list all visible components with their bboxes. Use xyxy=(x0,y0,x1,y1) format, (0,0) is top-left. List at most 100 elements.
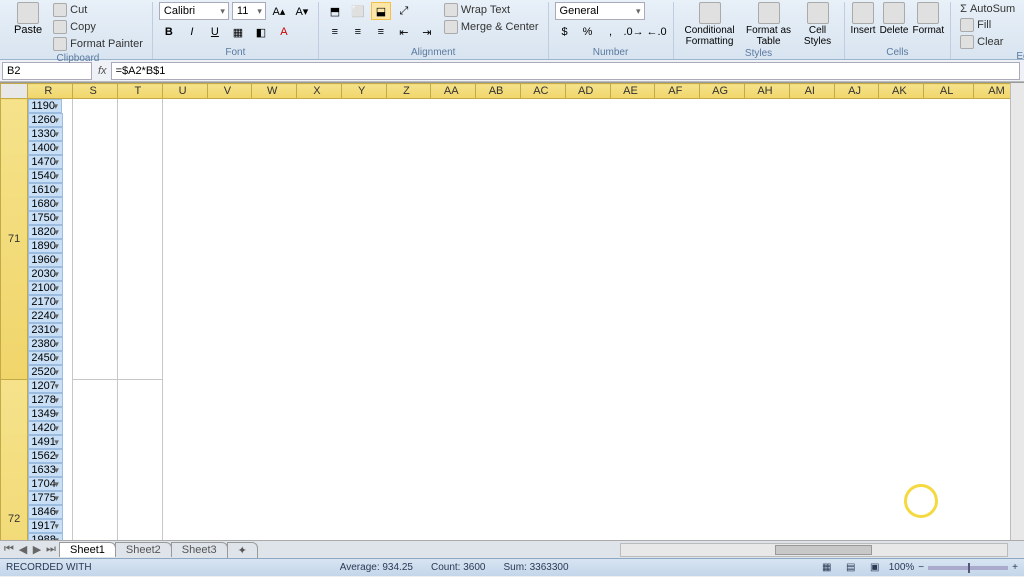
cell[interactable]: 1750 xyxy=(28,211,62,225)
worksheet-grid[interactable]: RSTUVWXYZAAABACADAEAFAGAHAIAJAKALAM71119… xyxy=(0,82,1024,540)
paste-button[interactable]: Paste xyxy=(10,2,46,36)
column-header[interactable]: AK xyxy=(879,84,924,99)
fx-icon[interactable]: fx xyxy=(94,65,111,77)
cell[interactable]: 2310 xyxy=(28,323,62,337)
wrap-text-button[interactable]: Wrap Text xyxy=(441,2,542,18)
tab-nav[interactable]: ⏮ ◀ ▶ ⏭ xyxy=(0,543,60,556)
fill-button[interactable]: Fill xyxy=(957,17,1018,33)
column-header[interactable]: AI xyxy=(789,84,834,99)
sheet-tab-2[interactable]: Sheet2 xyxy=(115,542,172,557)
cell[interactable]: 1562 xyxy=(28,449,62,463)
border-button[interactable]: ▦ xyxy=(228,23,248,41)
cell[interactable]: 1960 xyxy=(28,253,62,267)
number-format-select[interactable]: General xyxy=(555,2,645,20)
zoom-in-icon[interactable]: + xyxy=(1012,562,1018,573)
orientation-icon[interactable]: ⤢ xyxy=(394,2,414,20)
column-header[interactable]: AE xyxy=(610,84,655,99)
cell[interactable]: 1420 xyxy=(28,421,62,435)
column-header[interactable]: AC xyxy=(520,84,565,99)
view-normal-icon[interactable]: ▦ xyxy=(817,559,837,577)
column-header[interactable]: AL xyxy=(924,84,974,99)
cell[interactable]: 1207 xyxy=(28,379,62,393)
cell[interactable]: 2380 xyxy=(28,337,62,351)
zoom-slider[interactable] xyxy=(928,566,1008,570)
column-header[interactable]: R xyxy=(28,84,73,99)
cell-styles-button[interactable]: Cell Styles xyxy=(798,25,838,47)
cell[interactable]: 2520 xyxy=(28,365,62,379)
increase-decimal-icon[interactable]: .0→ xyxy=(624,23,644,41)
format-painter-button[interactable]: Format Painter xyxy=(50,36,146,52)
increase-font-icon[interactable]: A▴ xyxy=(269,2,289,20)
align-center-icon[interactable]: ≡ xyxy=(348,23,368,41)
copy-button[interactable]: Copy xyxy=(50,19,146,35)
cell[interactable]: 1330 xyxy=(28,127,62,141)
bold-button[interactable]: B xyxy=(159,23,179,41)
cell[interactable]: 1540 xyxy=(28,169,62,183)
column-header[interactable]: AJ xyxy=(834,84,879,99)
tab-prev-icon[interactable]: ◀ xyxy=(16,543,30,556)
cell[interactable]: 1400 xyxy=(28,141,62,155)
delete-cells-icon[interactable] xyxy=(883,2,905,24)
format-button[interactable]: Format xyxy=(912,25,944,36)
column-header[interactable]: AG xyxy=(700,84,745,99)
decrease-decimal-icon[interactable]: ←.0 xyxy=(647,23,667,41)
select-all-corner[interactable] xyxy=(1,84,28,99)
insert-cells-icon[interactable] xyxy=(852,2,874,24)
zoom-out-icon[interactable]: − xyxy=(918,562,924,573)
cell[interactable]: 1917 xyxy=(28,519,62,533)
column-header[interactable]: Y xyxy=(341,84,386,99)
conditional-formatting-button[interactable]: Conditional Formatting xyxy=(680,25,740,47)
underline-button[interactable]: U xyxy=(205,23,225,41)
format-as-table-button[interactable]: Format as Table xyxy=(744,25,794,47)
fill-color-button[interactable]: ◧ xyxy=(251,23,271,41)
cell[interactable]: 1820 xyxy=(28,225,62,239)
cell[interactable]: 1190 xyxy=(28,99,62,113)
cell-styles-icon[interactable] xyxy=(807,2,829,24)
cell[interactable]: 1988 xyxy=(28,533,62,540)
format-as-table-icon[interactable] xyxy=(758,2,780,24)
column-header[interactable]: Z xyxy=(386,84,431,99)
cell[interactable]: 2170 xyxy=(28,295,62,309)
row-header[interactable]: 72 xyxy=(1,379,28,540)
column-header[interactable]: W xyxy=(252,84,297,99)
new-sheet-tab[interactable]: ✦ xyxy=(227,542,258,558)
horizontal-scrollbar[interactable] xyxy=(620,543,1008,557)
cut-button[interactable]: Cut xyxy=(50,2,146,18)
column-header[interactable]: T xyxy=(118,84,163,99)
insert-button[interactable]: Insert xyxy=(851,25,876,36)
view-layout-icon[interactable]: ▤ xyxy=(841,559,861,577)
font-size-select[interactable]: 11 xyxy=(232,2,266,20)
merge-center-button[interactable]: Merge & Center xyxy=(441,19,542,35)
zoom-level[interactable]: 100% xyxy=(889,562,915,573)
align-bottom-icon[interactable]: ⬓ xyxy=(371,2,391,20)
cell[interactable]: 2030 xyxy=(28,267,62,281)
cell[interactable]: 2240 xyxy=(28,309,62,323)
align-middle-icon[interactable]: ⬜ xyxy=(348,2,368,20)
column-header[interactable]: AH xyxy=(745,84,790,99)
format-cells-icon[interactable] xyxy=(917,2,939,24)
clear-button[interactable]: Clear xyxy=(957,34,1018,50)
view-pagebreak-icon[interactable]: ▣ xyxy=(865,559,885,577)
sheet-tab-1[interactable]: Sheet1 xyxy=(59,542,116,557)
cell[interactable]: 1846 xyxy=(28,505,62,519)
cell[interactable]: 1704 xyxy=(28,477,62,491)
tab-next-icon[interactable]: ▶ xyxy=(30,543,44,556)
comma-icon[interactable]: , xyxy=(601,23,621,41)
cell[interactable]: 1470 xyxy=(28,155,62,169)
formula-bar[interactable] xyxy=(111,62,1020,80)
cell[interactable]: 1890 xyxy=(28,239,62,253)
cell[interactable]: 2100 xyxy=(28,281,62,295)
cell[interactable]: 2450 xyxy=(28,351,62,365)
percent-icon[interactable]: % xyxy=(578,23,598,41)
delete-button[interactable]: Delete xyxy=(880,25,909,36)
currency-icon[interactable]: $ xyxy=(555,23,575,41)
tab-last-icon[interactable]: ⏭ xyxy=(44,543,58,556)
align-top-icon[interactable]: ⬒ xyxy=(325,2,345,20)
column-header[interactable]: X xyxy=(297,84,342,99)
cell[interactable] xyxy=(73,379,118,540)
vertical-scrollbar[interactable] xyxy=(1010,83,1024,540)
increase-indent-icon[interactable]: ⇥ xyxy=(417,23,437,41)
column-header[interactable]: AA xyxy=(431,84,476,99)
cell[interactable]: 1491 xyxy=(28,435,62,449)
sheet-tab-3[interactable]: Sheet3 xyxy=(171,542,228,557)
